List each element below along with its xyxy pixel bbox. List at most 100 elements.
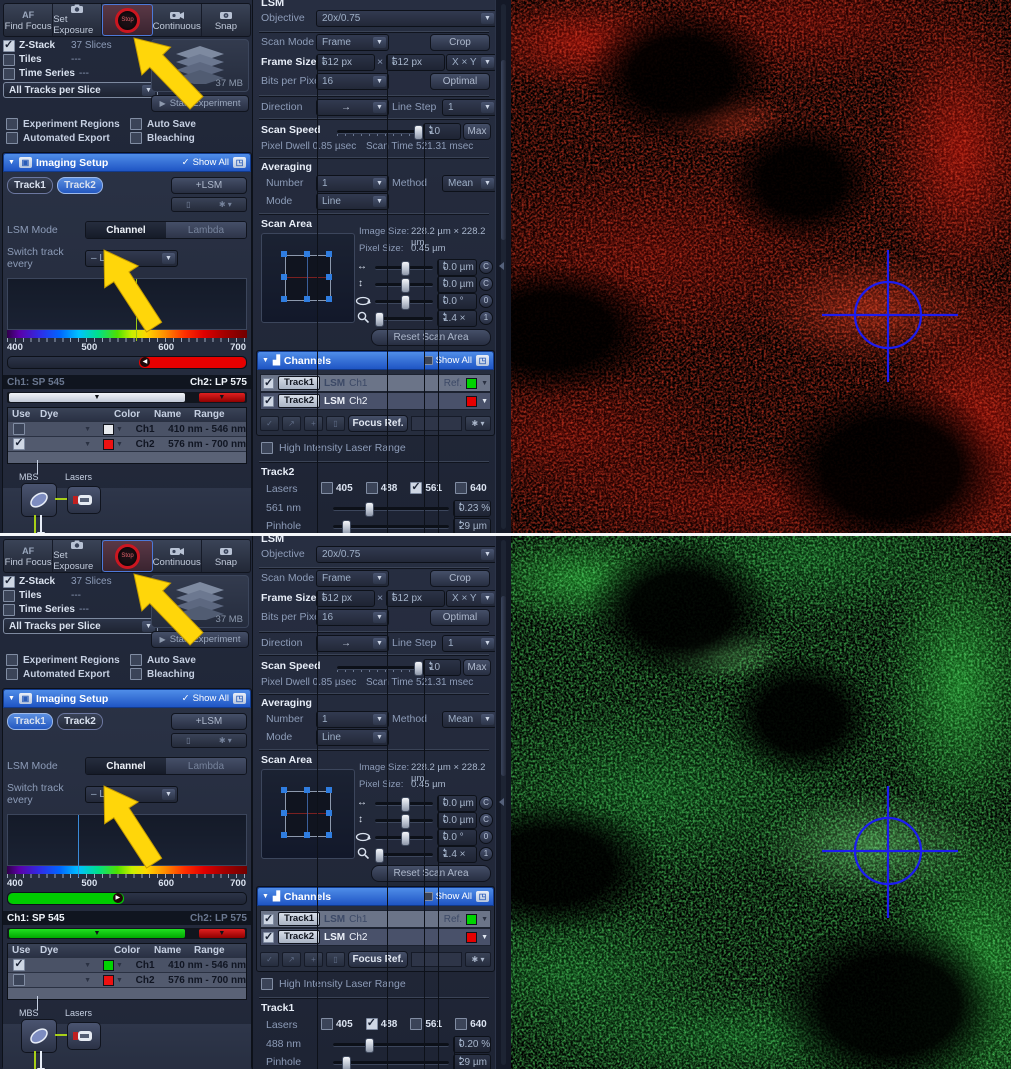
rotation-slider[interactable] — [375, 300, 433, 304]
mbs-button[interactable] — [21, 483, 57, 517]
switch-track-dropdown[interactable]: – Line ▼ — [85, 250, 178, 267]
zoom-slider[interactable] — [375, 853, 433, 857]
spectrum-display[interactable] — [7, 814, 247, 866]
gear-icon[interactable]: ✱ ▾ — [219, 736, 232, 745]
laser-405-checkbox[interactable] — [321, 1018, 333, 1030]
channel-row-ch2[interactable]: ▼ ▼ Ch2 576 nm - 700 nm — [8, 972, 246, 987]
ch1-dye-dropdown[interactable]: ▼ — [31, 962, 97, 969]
frame-width-spinner[interactable]: 512 px▲▼ — [316, 590, 375, 607]
laser-power-thumb[interactable] — [365, 502, 374, 517]
scan-mode-dropdown[interactable]: Frame▼ — [316, 570, 389, 587]
scan-area-preview[interactable] — [261, 233, 355, 323]
laser-405-option[interactable]: 405 — [321, 482, 353, 494]
ch1-gradient-slider[interactable]: ▼ — [9, 393, 184, 402]
track2-tab[interactable]: Track2 — [57, 713, 103, 730]
start-experiment-button[interactable]: ▶ Start Experiment — [151, 95, 249, 112]
focus-ref-field[interactable] — [411, 416, 462, 431]
switch-track-dropdown[interactable]: – Line ▼ — [85, 786, 178, 803]
lasers-button[interactable] — [67, 486, 101, 514]
laser-640-option[interactable]: 640 — [455, 1018, 487, 1030]
continuous-button[interactable]: Continuous — [153, 540, 202, 572]
crop-button[interactable]: Crop — [430, 570, 490, 587]
offset-y-spinner[interactable]: 0.0 µm▲▼ — [437, 276, 477, 293]
show-all-checkbox[interactable] — [424, 356, 433, 365]
pinhole-spinner[interactable]: 29 µm▲▼ — [453, 1054, 491, 1069]
track2-color-swatch[interactable] — [466, 932, 477, 943]
add-icon[interactable]: + — [304, 416, 323, 431]
averaging-number-dropdown[interactable]: 1▼ — [316, 175, 389, 192]
popout-icon[interactable]: ◳ — [233, 693, 246, 704]
imaging-setup-header[interactable]: ▼ ▣ Imaging Setup ✓ Show All ◳ — [3, 689, 251, 708]
scan-speed-thumb[interactable] — [414, 125, 423, 140]
show-all-toggle[interactable]: ✓ Show All — [182, 157, 229, 168]
scan-speed-spinner[interactable]: 10▲▼ — [423, 659, 461, 676]
rotation-reset-button[interactable]: 0 — [479, 294, 493, 308]
channels-show-all-toggle[interactable]: Show All — [424, 355, 472, 366]
pinhole-thumb[interactable] — [342, 1056, 351, 1069]
channel-row-ch1[interactable]: ▼ ▼ Ch1 410 nm - 546 nm — [8, 957, 246, 972]
zoom-spinner[interactable]: 1.4 ×▲▼ — [437, 846, 477, 863]
laser-power-thumb[interactable] — [365, 1038, 374, 1053]
scan-speed-spinner[interactable]: 10▲▼ — [423, 123, 461, 140]
xy-dropdown[interactable]: X × Y▼ — [446, 54, 497, 71]
frame-height-spinner[interactable]: 512 px▲▼ — [386, 590, 445, 607]
laser-488-checkbox[interactable] — [366, 482, 378, 494]
laser-488-checkbox[interactable] — [366, 1018, 378, 1030]
set-exposure-button[interactable]: Set Exposure — [53, 540, 102, 572]
bleaching-checkbox[interactable] — [130, 668, 142, 680]
popout-icon[interactable]: ◳ — [476, 891, 489, 902]
track1-color-swatch[interactable] — [466, 378, 477, 389]
collapse-icon[interactable]: ▼ — [262, 893, 269, 900]
ch1-color-swatch[interactable] — [103, 960, 114, 971]
auto-save-checkbox[interactable] — [130, 654, 142, 666]
range-bar-marker[interactable]: ◀ — [140, 357, 150, 367]
ch2-color-swatch[interactable] — [103, 439, 114, 450]
track1-enabled-checkbox[interactable] — [263, 378, 274, 389]
reset-scan-area-button[interactable]: Reset Scan Area — [371, 329, 491, 346]
scan-speed-max-button[interactable]: Max — [463, 659, 491, 676]
laser-640-option[interactable]: 640 — [455, 482, 487, 494]
laser-power-spinner[interactable]: 0.23 %▲▼ — [453, 500, 491, 517]
ch1-color-swatch[interactable] — [103, 424, 114, 435]
automated-export-checkbox[interactable] — [6, 668, 18, 680]
collapse-arrow-icon[interactable] — [499, 798, 504, 806]
lambda-mode-button[interactable]: Lambda — [166, 758, 246, 774]
scan-speed-slider[interactable] — [337, 666, 419, 670]
stop-button[interactable]: Stop — [102, 540, 152, 572]
delete-track-icon[interactable]: ▯ — [186, 736, 190, 745]
focus-ref-field[interactable] — [411, 952, 462, 967]
ch2-use-checkbox[interactable] — [13, 974, 25, 986]
zoom-reset-button[interactable]: 1 — [479, 311, 493, 325]
hilr-checkbox[interactable] — [261, 442, 273, 454]
focus-ref-button[interactable]: Focus Ref. — [348, 951, 408, 968]
delete-track-icon[interactable]: ▯ — [186, 200, 190, 209]
stop-button[interactable]: Stop — [102, 4, 152, 36]
panel-splitter[interactable] — [495, 0, 512, 533]
offset-x-spinner[interactable]: 0.0 µm▲▼ — [437, 795, 477, 812]
ch2-use-checkbox[interactable] — [13, 438, 25, 450]
laser-561-option[interactable]: 561 — [410, 1018, 442, 1030]
collapse-arrow-icon[interactable] — [499, 262, 504, 270]
laser-488-option[interactable]: 488 — [366, 1018, 398, 1030]
spectrum-display[interactable] — [7, 278, 247, 330]
hilr-checkbox[interactable] — [261, 978, 273, 990]
gear-icon[interactable]: ✱ ▾ — [465, 416, 491, 431]
add-icon[interactable]: + — [304, 952, 323, 967]
add-lsm-button[interactable]: +LSM — [171, 713, 247, 730]
delete-icon[interactable]: ▯ — [326, 952, 345, 967]
offset-y-reset-button[interactable]: C — [479, 813, 493, 827]
move-up-icon[interactable]: ↗ — [282, 416, 301, 431]
track2-enabled-checkbox[interactable] — [263, 932, 274, 943]
pinhole-slider[interactable] — [333, 1061, 449, 1065]
laser-561-checkbox[interactable] — [410, 482, 422, 494]
panel-splitter[interactable] — [495, 536, 512, 1069]
bits-per-pixel-dropdown[interactable]: 16▼ — [316, 73, 389, 90]
track1-enabled-checkbox[interactable] — [263, 914, 274, 925]
focus-ref-button[interactable]: Focus Ref. — [348, 415, 408, 432]
track2-tab[interactable]: Track2 — [57, 177, 103, 194]
delete-icon[interactable]: ▯ — [326, 416, 345, 431]
channels-track1-row[interactable]: Track1 LSM Ch1 Ref. ▼ — [260, 374, 491, 392]
laser-power-spinner[interactable]: 0.20 %▲▼ — [453, 1036, 491, 1053]
show-all-toggle[interactable]: ✓ Show All — [182, 693, 229, 704]
snap-button[interactable]: Snap — [202, 540, 250, 572]
